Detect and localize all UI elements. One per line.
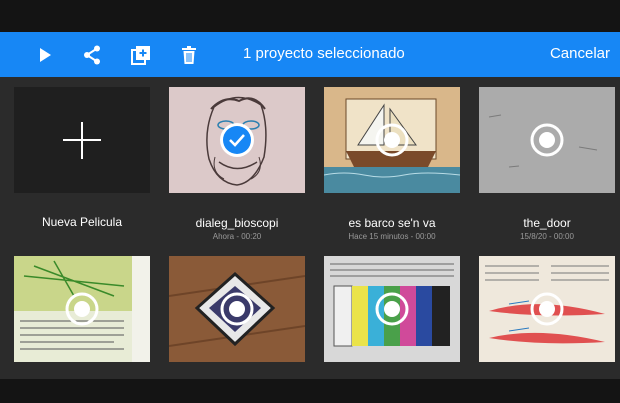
project-title: es barco se'n va: [348, 216, 436, 230]
delete-icon[interactable]: [175, 32, 203, 77]
select-circle-icon[interactable]: [219, 291, 255, 327]
selection-toolbar: 1 proyecto seleccionado Cancelar: [0, 32, 620, 77]
project-title: dialeg_bioscopi: [195, 216, 279, 230]
select-circle-icon[interactable]: [64, 291, 100, 327]
project-thumbnail[interactable]: [324, 87, 460, 193]
plus-icon: [63, 122, 101, 159]
cancel-button[interactable]: Cancelar: [550, 45, 610, 62]
share-icon[interactable]: [78, 32, 106, 77]
project-thumbnail[interactable]: [169, 256, 305, 362]
project-title: the_door: [523, 216, 571, 230]
project-thumbnail[interactable]: [169, 87, 305, 193]
project-thumbnail[interactable]: [479, 87, 615, 193]
selected-check-icon[interactable]: [219, 122, 255, 158]
project-thumbnail[interactable]: [14, 256, 150, 362]
select-circle-icon[interactable]: [374, 122, 410, 158]
new-movie-thumbnail[interactable]: [14, 87, 150, 193]
selection-count-title: 1 proyecto seleccionado: [243, 45, 405, 62]
select-circle-icon[interactable]: [529, 122, 565, 158]
navigation-bar: [0, 379, 620, 403]
status-bar: [0, 0, 620, 32]
project-thumbnail[interactable]: [324, 256, 460, 362]
project-meta: 15/8/20 - 00:00: [520, 232, 574, 241]
duplicate-icon[interactable]: [127, 32, 155, 77]
select-circle-icon[interactable]: [529, 291, 565, 327]
project-meta: Hace 15 minutos - 00:00: [348, 232, 436, 241]
project-title: Nueva Pelicula: [41, 215, 123, 229]
select-circle-icon[interactable]: [374, 291, 410, 327]
project-meta: Ahora - 00:20: [212, 232, 262, 241]
play-icon[interactable]: [31, 32, 59, 77]
project-grid: Nueva Pelicula dialeg_bioscopi Ahora - 0…: [0, 77, 620, 379]
project-thumbnail[interactable]: [479, 256, 615, 362]
